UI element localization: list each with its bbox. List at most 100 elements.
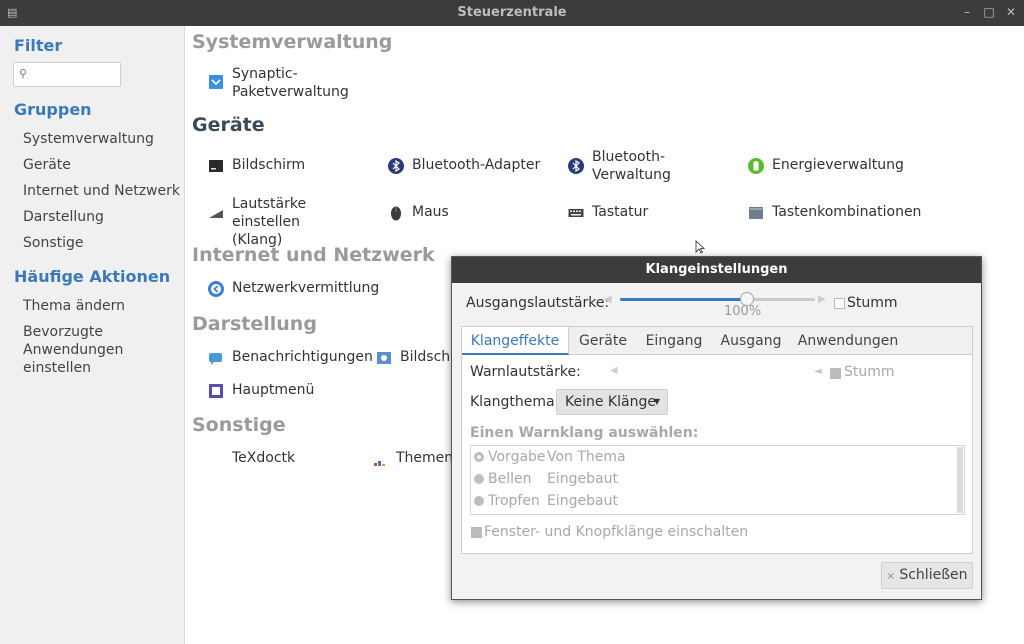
sidebar-item-system[interactable]: Systemverwaltung bbox=[23, 130, 183, 148]
alert-volume-label: Warnlautstärke: bbox=[470, 364, 581, 380]
launcher-theme[interactable]: Themeni bbox=[372, 449, 451, 469]
search-field[interactable]: ⚲ bbox=[13, 62, 121, 87]
tab-applications[interactable]: Anwendungen bbox=[792, 327, 904, 355]
sidebar-item-devices[interactable]: Geräte bbox=[23, 156, 183, 174]
bluetooth-icon bbox=[568, 158, 584, 174]
frequent-actions-heading: Häufige Aktionen bbox=[14, 267, 171, 286]
mute-label: Stumm bbox=[847, 295, 898, 311]
bluetooth-icon bbox=[388, 158, 404, 174]
list-item[interactable]: Bellen Eingebaut bbox=[474, 468, 954, 490]
search-icon: ⚲ bbox=[19, 67, 28, 80]
launcher-label: Energieverwaltung bbox=[772, 157, 904, 173]
launcher-volume[interactable]: Lautstärke einstellen (Klang) bbox=[208, 195, 378, 248]
action-change-theme[interactable]: Thema ändern bbox=[23, 297, 183, 315]
output-volume-label: Ausgangslautstärke: bbox=[466, 295, 610, 311]
close-button-label: Schließen bbox=[899, 567, 968, 583]
launcher-shortcuts[interactable]: Tastenkombinationen bbox=[748, 203, 928, 223]
alert-volume-low-icon: ◀ bbox=[610, 365, 618, 376]
launcher-network-manager[interactable]: Netzwerkvermittlung bbox=[208, 279, 388, 299]
chevron-down-icon: ▼ bbox=[653, 397, 660, 406]
output-volume-value: 100% bbox=[724, 304, 762, 319]
radio-icon bbox=[474, 474, 484, 484]
battery-icon bbox=[748, 158, 764, 174]
window-title: Steuerzentrale bbox=[457, 5, 567, 20]
launcher-label: Tastenkombinationen bbox=[772, 204, 922, 220]
mute-checkbox[interactable] bbox=[834, 298, 845, 309]
launcher-label: Bildschirm bbox=[232, 157, 306, 173]
action-preferred-apps[interactable]: Bevorzugte Anwendungen einstellen bbox=[23, 323, 183, 377]
sidebar-item-appearance[interactable]: Darstellung bbox=[23, 208, 183, 226]
launcher-bluetooth-adapter[interactable]: Bluetooth-Adapter bbox=[388, 156, 548, 176]
alert-name: Bellen bbox=[488, 471, 532, 487]
title-bar: ▤ Steuerzentrale – □ ✕ bbox=[0, 0, 1024, 26]
launcher-power-manager[interactable]: Energieverwaltung bbox=[748, 156, 918, 176]
sound-theme-dropdown[interactable]: Keine Klänge ▼ bbox=[556, 389, 668, 415]
display-icon bbox=[209, 160, 223, 172]
slider-fill bbox=[620, 298, 747, 301]
sidebar: Filter ⚲ Gruppen Systemverwaltung Geräte… bbox=[0, 26, 185, 644]
list-item[interactable]: Vorgabe Von Thema bbox=[474, 446, 954, 468]
launcher-label: Bluetooth-Adapter bbox=[412, 157, 541, 173]
notification-icon bbox=[209, 353, 222, 365]
launcher-display[interactable]: Bildschirm bbox=[208, 156, 358, 176]
radio-selected-icon bbox=[474, 452, 484, 462]
launcher-label: Lautstärke einstellen (Klang) bbox=[232, 196, 307, 248]
sound-settings-dialog: Klangeinstellungen Ausgangslautstärke: ◀… bbox=[451, 256, 982, 600]
output-volume-slider[interactable] bbox=[620, 292, 815, 306]
launcher-synaptic[interactable]: Synaptic- Paketverwaltung bbox=[208, 65, 368, 101]
launcher-main-menu[interactable]: Hauptmenü bbox=[208, 381, 348, 401]
volume-high-icon: ▶ bbox=[818, 294, 826, 305]
package-icon bbox=[209, 75, 223, 89]
launcher-texdoctk[interactable]: TeXdoctk bbox=[208, 449, 328, 469]
scrollbar[interactable] bbox=[957, 447, 963, 513]
shortcuts-icon bbox=[749, 207, 763, 219]
close-button[interactable]: × Schließen bbox=[881, 562, 973, 589]
tab-bar: Klangeffekte Geräte Eingang Ausgang Anwe… bbox=[462, 327, 972, 355]
launcher-label: TeXdoctk bbox=[232, 450, 296, 466]
launcher-notifications[interactable]: Benachrichtigungen bbox=[208, 348, 373, 368]
section-devices-heading: Geräte bbox=[192, 114, 265, 136]
tab-output[interactable]: Ausgang bbox=[713, 327, 789, 355]
sidebar-item-other[interactable]: Sonstige bbox=[23, 234, 183, 252]
alert-mute-checkbox[interactable] bbox=[830, 368, 841, 379]
launcher-keyboard[interactable]: Tastatur bbox=[568, 203, 688, 223]
tab-input[interactable]: Eingang bbox=[638, 327, 710, 355]
launcher-label: Bluetooth- Verwaltung bbox=[592, 149, 671, 183]
alert-mute-label: Stumm bbox=[844, 364, 895, 380]
launcher-screensaver[interactable]: Bildschi bbox=[376, 348, 451, 368]
launcher-label: Benachrichtigungen bbox=[232, 349, 373, 365]
tab-devices[interactable]: Geräte bbox=[570, 327, 636, 355]
alert-type: Von Thema bbox=[547, 449, 626, 465]
launcher-label: Themeni bbox=[396, 450, 451, 466]
keyboard-icon bbox=[568, 209, 584, 217]
network-icon bbox=[208, 281, 224, 297]
launcher-label: Bildschi bbox=[400, 349, 451, 365]
launcher-mouse[interactable]: Maus bbox=[388, 203, 508, 223]
sound-theme-label: Klangthema: bbox=[470, 394, 560, 410]
section-other-heading: Sonstige bbox=[192, 414, 286, 436]
launcher-label: Maus bbox=[412, 204, 449, 220]
close-icon[interactable]: ✕ bbox=[1003, 4, 1019, 20]
section-network-heading: Internet und Netzwerk bbox=[192, 244, 435, 266]
dialog-title: Klangeinstellungen bbox=[452, 257, 981, 283]
window-sounds-checkbox[interactable] bbox=[471, 527, 482, 538]
mouse-cursor-icon bbox=[695, 240, 705, 254]
launcher-label: Tastatur bbox=[592, 204, 649, 220]
volume-icon bbox=[209, 210, 223, 218]
maximize-icon[interactable]: □ bbox=[981, 4, 997, 20]
sidebar-item-network[interactable]: Internet und Netzwerk bbox=[23, 182, 183, 200]
tab-sound-effects[interactable]: Klangeffekte bbox=[462, 327, 569, 355]
launcher-label: Netzwerkvermittlung bbox=[232, 280, 380, 296]
menu-icon bbox=[209, 384, 223, 398]
window-sounds-label: Fenster- und Knopfklänge einschalten bbox=[484, 524, 749, 540]
sound-theme-value: Keine Klänge bbox=[565, 394, 656, 410]
close-x-icon: × bbox=[886, 571, 895, 582]
launcher-bluetooth-manager[interactable]: Bluetooth- Verwaltung bbox=[568, 148, 708, 184]
list-item[interactable]: Tropfen Eingebaut bbox=[474, 490, 954, 512]
alert-type: Eingebaut bbox=[547, 471, 618, 487]
search-input[interactable] bbox=[32, 65, 118, 84]
minimize-icon[interactable]: – bbox=[959, 4, 975, 20]
groups-heading: Gruppen bbox=[14, 100, 92, 119]
mouse-icon bbox=[391, 206, 401, 221]
alert-list: Vorgabe Von Thema Bellen Eingebaut Tropf… bbox=[470, 445, 965, 515]
